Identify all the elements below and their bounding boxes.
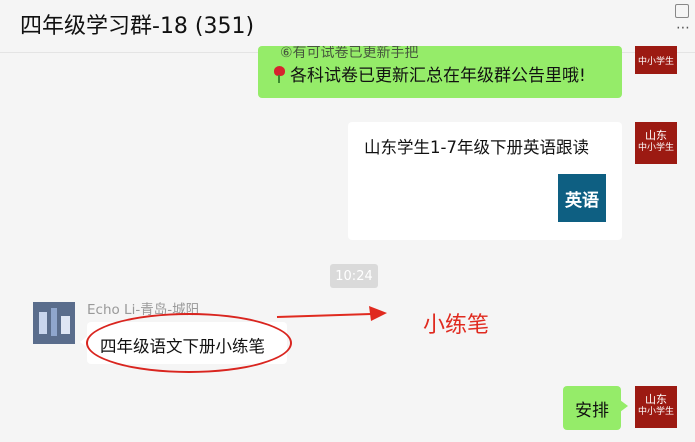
avatar-text-line2: 中小学生	[637, 407, 674, 417]
self-avatar[interactable]: 山东 中小学生	[635, 386, 677, 428]
clipped-message-line: ⑥有可试卷已更新手把	[280, 46, 419, 61]
message-text: 各科试卷已更新汇总在年级群公告里哦!	[290, 66, 586, 86]
self-avatar[interactable]: 山东 中小学生	[635, 122, 677, 164]
rose-icon	[272, 65, 286, 83]
chat-area: ⑥有可试卷已更新手把 各科试卷已更新汇总在年级群公告里哦! 中小学生 山东学生1…	[0, 46, 695, 442]
sender-avatar[interactable]	[33, 302, 75, 344]
chat-title: 四年级学习群-18 (351)	[20, 14, 255, 39]
outgoing-message-bubble[interactable]: ⑥有可试卷已更新手把 各科试卷已更新汇总在年级群公告里哦!	[258, 46, 622, 98]
self-avatar[interactable]: 中小学生	[635, 46, 677, 74]
card-thumbnail: 英语	[558, 174, 606, 222]
mini-program-card[interactable]: 山东学生1-7年级下册英语跟读 英语	[348, 122, 622, 240]
message-text-row: 各科试卷已更新汇总在年级群公告里哦!	[272, 61, 586, 86]
message-text: 安排	[575, 400, 609, 421]
avatar-text: 中小学生	[637, 57, 674, 67]
more-options-icon[interactable]: ⋯	[676, 20, 691, 36]
message-timestamp: 10:24	[330, 264, 378, 288]
outgoing-message-bubble[interactable]: 安排	[563, 386, 628, 430]
avatar-text-line1: 山东	[645, 393, 667, 406]
avatar-text-line2: 中小学生	[637, 143, 674, 153]
annotation-label: 小练笔	[423, 313, 490, 338]
highlight-circle	[86, 313, 292, 373]
window-control-icon[interactable]	[675, 4, 689, 18]
avatar-text-line1: 山东	[645, 129, 667, 142]
card-title: 山东学生1-7年级下册英语跟读	[364, 138, 589, 157]
annotation-arrow	[276, 306, 387, 321]
